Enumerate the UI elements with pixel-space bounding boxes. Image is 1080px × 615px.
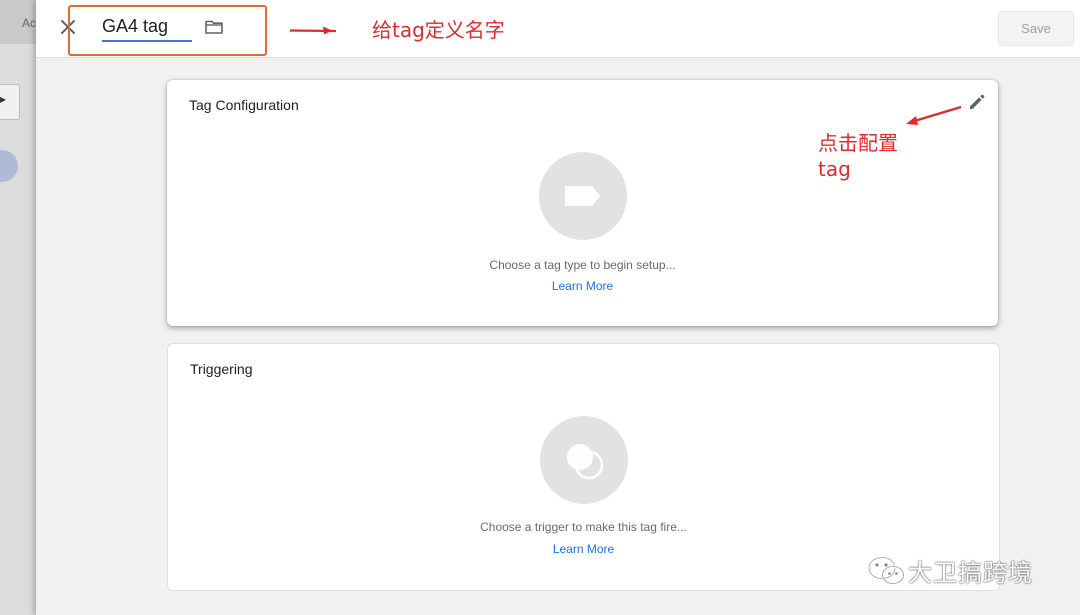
wechat-icon: [867, 555, 905, 585]
annotation-name-note: 给tag定义名字: [372, 18, 505, 42]
annotation-arrow-config: [906, 105, 962, 125]
annotation-config-note-line2: tag: [818, 157, 851, 181]
watermark-text: 大卫搞跨境: [908, 559, 1033, 587]
tag-configuration-card[interactable]: Tag Configuration Choose a tag type to b…: [167, 80, 998, 326]
pencil-icon[interactable]: [966, 91, 988, 113]
save-button[interactable]: Save: [998, 11, 1074, 46]
annotation-config-note-line1: 点击配置: [818, 131, 898, 155]
tag-configuration-learn-more-link[interactable]: Learn More: [167, 279, 998, 293]
tag-configuration-title: Tag Configuration: [189, 97, 299, 113]
annotation-name-highlight-box: [68, 5, 267, 56]
background-button-glyph: ▸: [0, 92, 7, 106]
tag-icon: [565, 186, 600, 206]
triggering-hint: Choose a trigger to make this tag fire..…: [480, 520, 687, 534]
tag-configuration-hint: Choose a tag type to begin setup...: [489, 258, 676, 272]
tag-editor-panel: Save Tag Configuration Choose a tag type…: [36, 0, 1080, 615]
trigger-placeholder[interactable]: [540, 416, 628, 504]
annotation-config-note: 点击配置 tag: [818, 130, 898, 182]
triggering-title: Triggering: [190, 361, 253, 377]
trigger-circles-icon: [567, 444, 604, 480]
tag-type-placeholder[interactable]: [539, 152, 627, 240]
background-tab-label: Ac: [22, 16, 37, 30]
annotation-arrow-name: [289, 26, 337, 35]
watermark: 大卫搞跨境: [866, 553, 1033, 588]
